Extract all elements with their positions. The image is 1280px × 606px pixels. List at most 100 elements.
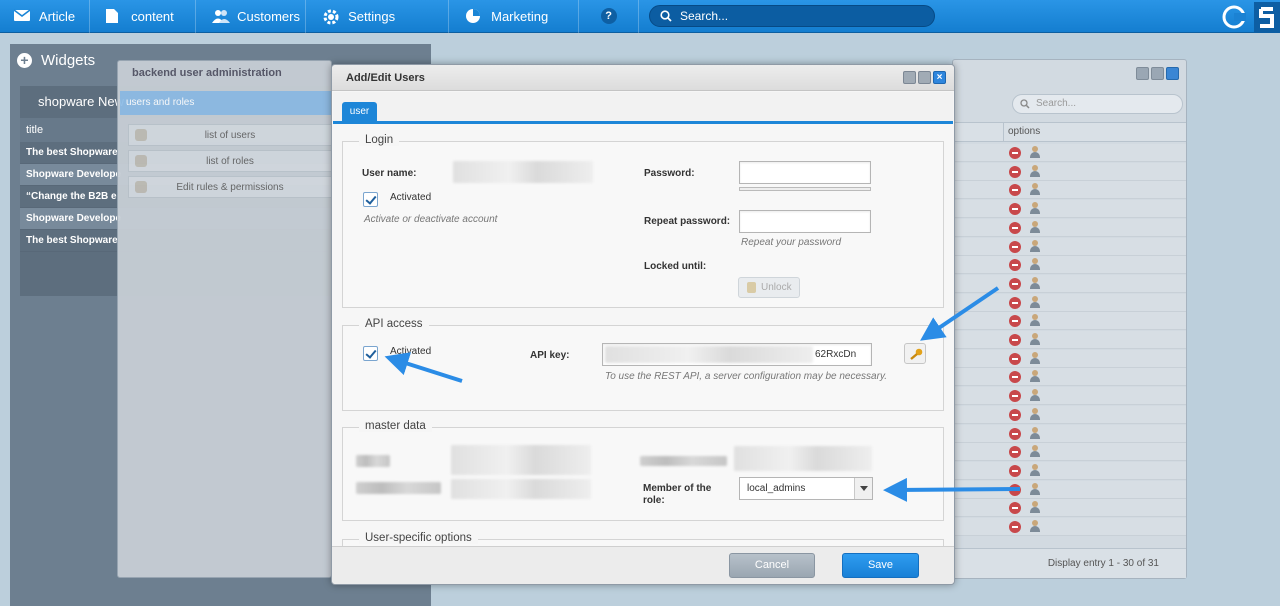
edit-user-icon[interactable] <box>1029 370 1041 383</box>
edit-user-icon[interactable] <box>1029 501 1041 514</box>
user-list-row[interactable] <box>953 480 1186 499</box>
delete-icon[interactable] <box>1009 147 1021 159</box>
user-list-row[interactable] <box>953 256 1186 275</box>
api-activated-checkbox[interactable] <box>363 346 378 361</box>
user-list-row[interactable] <box>953 518 1186 536</box>
delete-icon[interactable] <box>1009 483 1021 496</box>
delete-icon[interactable] <box>1009 502 1021 515</box>
delete-icon[interactable] <box>1009 165 1021 178</box>
delete-icon[interactable] <box>1009 352 1021 365</box>
nav-customers[interactable]: Customers <box>196 0 307 33</box>
delete-icon[interactable] <box>1009 408 1021 421</box>
delete-icon[interactable] <box>1009 221 1021 234</box>
delete-icon[interactable] <box>1009 184 1021 197</box>
user-list-row[interactable] <box>953 349 1186 368</box>
edit-rules-item[interactable]: Edit rules & permissions <box>128 176 332 198</box>
user-list-row[interactable] <box>953 200 1186 219</box>
user-list-row[interactable] <box>953 443 1186 462</box>
edit-user-icon[interactable] <box>1029 482 1041 496</box>
delete-icon[interactable] <box>1009 296 1021 309</box>
edit-user-icon[interactable] <box>1029 258 1041 271</box>
edit-user-icon[interactable] <box>1029 276 1041 290</box>
edit-user-icon[interactable] <box>1029 183 1041 196</box>
shopware-logo[interactable] <box>1220 0 1280 33</box>
add-widget-icon[interactable]: + <box>17 52 32 68</box>
edit-user-icon[interactable] <box>1029 463 1041 477</box>
user-list-row[interactable] <box>953 387 1186 406</box>
delete-icon[interactable] <box>1009 446 1021 459</box>
maximize-button[interactable] <box>1151 67 1164 80</box>
nav-settings[interactable]: Settings <box>306 0 450 33</box>
edit-user-icon[interactable] <box>1029 520 1041 533</box>
api-key-input[interactable]: 62RxcDn <box>602 343 872 366</box>
edit-user-icon[interactable] <box>1029 202 1041 215</box>
chevron-down-icon[interactable] <box>854 478 872 499</box>
edit-user-icon[interactable] <box>1029 426 1041 440</box>
edit-user-icon[interactable] <box>1029 164 1041 178</box>
repeat-password-input[interactable] <box>739 210 871 233</box>
help-button[interactable]: ? <box>579 0 640 33</box>
delete-icon[interactable] <box>1009 371 1021 384</box>
delete-icon[interactable] <box>1009 203 1021 216</box>
generate-api-key-button[interactable] <box>904 343 926 364</box>
delete-icon[interactable] <box>1009 259 1021 272</box>
user-list-row[interactable] <box>953 499 1186 518</box>
save-button[interactable]: Save <box>842 553 919 578</box>
edit-user-icon[interactable] <box>1029 389 1041 402</box>
delete-icon[interactable] <box>1009 427 1021 440</box>
delete-icon[interactable] <box>1009 277 1021 290</box>
delete-icon[interactable] <box>1009 240 1021 253</box>
delete-icon[interactable] <box>1009 390 1021 403</box>
nav-content[interactable]: content <box>90 0 197 33</box>
password-input[interactable] <box>739 161 871 184</box>
user-list-row[interactable] <box>953 162 1186 181</box>
edit-user-icon[interactable] <box>1029 333 1041 346</box>
dialog-close-button[interactable]: × <box>933 71 946 84</box>
tab-user[interactable]: user <box>342 102 377 121</box>
user-list-row[interactable] <box>953 405 1186 424</box>
dialog-maximize-button[interactable] <box>918 71 931 84</box>
user-list-row[interactable] <box>953 144 1186 162</box>
user-list-row[interactable] <box>953 293 1186 312</box>
user-list-row[interactable] <box>953 181 1186 200</box>
close-button[interactable] <box>1166 67 1179 80</box>
edit-user-icon[interactable] <box>1029 445 1041 458</box>
account-activated-checkbox[interactable] <box>363 192 378 207</box>
delete-icon[interactable] <box>1009 521 1021 533</box>
edit-user-icon[interactable] <box>1029 351 1041 365</box>
edit-user-icon[interactable] <box>1029 295 1041 309</box>
edit-user-icon[interactable] <box>1029 407 1041 421</box>
edit-user-icon[interactable] <box>1029 239 1041 253</box>
users-and-roles-tab[interactable]: users and roles <box>120 91 332 115</box>
delete-icon[interactable] <box>1009 464 1021 477</box>
nav-article[interactable]: Article <box>0 0 91 33</box>
redacted-field[interactable] <box>451 445 591 475</box>
global-search-input[interactable]: Search... <box>649 5 935 27</box>
edit-user-icon[interactable] <box>1029 314 1041 327</box>
user-list-row[interactable] <box>953 274 1186 293</box>
user-list-row[interactable] <box>953 218 1186 237</box>
cancel-button[interactable]: Cancel <box>729 553 815 578</box>
list-of-roles-item[interactable]: list of roles <box>128 150 332 172</box>
nav-settings-label: Settings <box>348 8 396 24</box>
redacted-field[interactable] <box>451 479 591 499</box>
user-list-row[interactable] <box>953 461 1186 480</box>
list-of-users-item[interactable]: list of users <box>128 124 332 146</box>
user-list-row[interactable] <box>953 424 1186 443</box>
role-select[interactable]: local_admins <box>739 477 873 500</box>
unlock-button[interactable]: Unlock <box>738 277 800 298</box>
redacted-field[interactable] <box>734 446 872 471</box>
edit-user-icon[interactable] <box>1029 220 1041 234</box>
edit-user-icon[interactable] <box>1029 146 1041 159</box>
user-list-row[interactable] <box>953 368 1186 387</box>
delete-icon[interactable] <box>1009 315 1021 328</box>
nav-marketing[interactable]: Marketing <box>449 0 580 33</box>
minimize-button[interactable] <box>1136 67 1149 80</box>
username-field-redacted[interactable] <box>453 161 593 183</box>
user-list-search-input[interactable]: Search... <box>1012 94 1183 114</box>
user-list-row[interactable] <box>953 312 1186 331</box>
delete-icon[interactable] <box>1009 334 1021 346</box>
user-list-row[interactable] <box>953 237 1186 256</box>
dialog-minimize-button[interactable] <box>903 71 916 84</box>
user-list-row[interactable] <box>953 331 1186 349</box>
